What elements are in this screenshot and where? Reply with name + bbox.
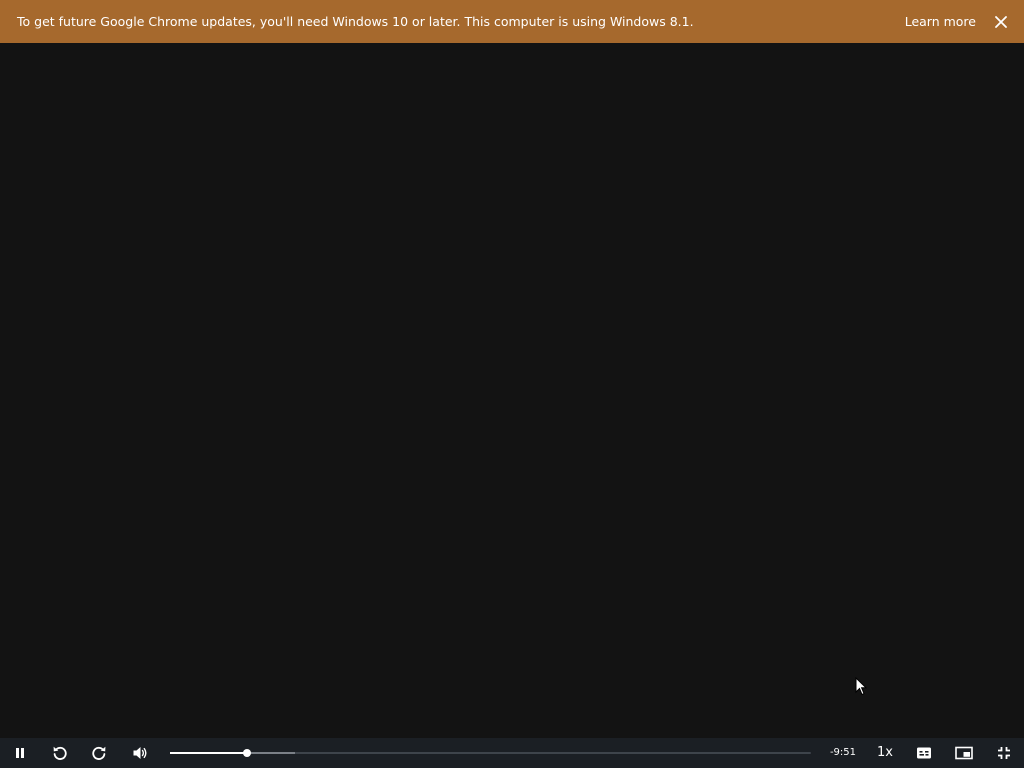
seek-bar-played [170, 752, 247, 754]
picture-in-picture-icon [955, 746, 973, 760]
seek-bar-thumb[interactable] [242, 749, 251, 757]
mouse-cursor-icon [855, 677, 867, 696]
rewind-button[interactable] [51, 744, 69, 762]
banner-message: To get future Google Chrome updates, you… [17, 14, 694, 29]
update-warning-banner: To get future Google Chrome updates, you… [0, 0, 1024, 43]
rewind-icon [53, 746, 67, 760]
forward-button[interactable] [90, 744, 108, 762]
learn-more-link[interactable]: Learn more [905, 14, 976, 29]
picture-in-picture-button[interactable] [955, 744, 973, 762]
volume-button[interactable] [131, 744, 149, 762]
seek-bar[interactable] [170, 746, 811, 760]
pause-icon [16, 748, 24, 758]
close-icon[interactable] [994, 15, 1008, 29]
captions-button[interactable] [915, 744, 933, 762]
volume-icon [133, 747, 147, 759]
time-remaining: -9:51 [829, 747, 857, 758]
exit-fullscreen-icon [998, 747, 1010, 759]
player-control-bar: -9:51 1x [0, 738, 1024, 768]
playback-speed-button[interactable]: 1x [872, 744, 898, 762]
app-root: To get future Google Chrome updates, you… [0, 0, 1024, 768]
pause-button[interactable] [11, 744, 29, 762]
video-area[interactable] [0, 43, 1024, 738]
captions-icon [917, 747, 931, 759]
forward-icon [92, 746, 106, 760]
exit-fullscreen-button[interactable] [995, 744, 1013, 762]
